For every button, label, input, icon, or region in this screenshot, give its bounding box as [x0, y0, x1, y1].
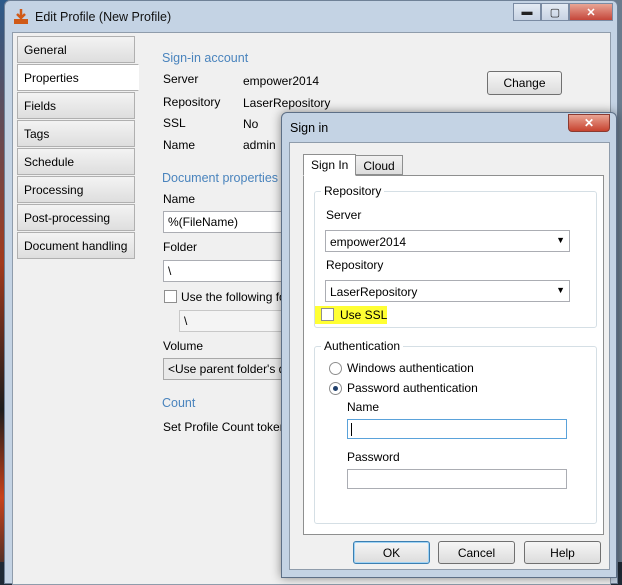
- windows-auth-label: Windows authentication: [347, 361, 474, 375]
- title-bar[interactable]: Edit Profile (New Profile) ▬ ▢ ✕: [5, 1, 617, 33]
- ssl-label: SSL: [163, 116, 186, 130]
- docprops-section-title: Document properties: [162, 171, 279, 185]
- chevron-down-icon: ▼: [556, 285, 565, 295]
- signin-section-title: Sign-in account: [162, 51, 249, 65]
- tab-processing[interactable]: Processing: [17, 176, 135, 203]
- cancel-button[interactable]: Cancel: [438, 541, 515, 564]
- server-label: Server: [163, 72, 199, 86]
- server-combobox[interactable]: empower2014 ▼: [325, 230, 570, 252]
- auth-name-label: Name: [347, 400, 380, 414]
- tab-document-handling[interactable]: Document handling: [17, 232, 135, 259]
- tab-properties[interactable]: Properties: [17, 64, 139, 91]
- set-profile-count-label: Set Profile Count toker: [163, 420, 284, 434]
- help-button[interactable]: Help: [524, 541, 601, 564]
- count-section-title: Count: [162, 396, 196, 410]
- tab-general[interactable]: General: [17, 36, 135, 63]
- dlg-repository-label: Repository: [326, 258, 384, 272]
- folder-label: Folder: [163, 240, 198, 254]
- repository-group-title: Repository: [321, 184, 385, 198]
- repository-combobox[interactable]: LaserRepository ▼: [325, 280, 570, 302]
- use-ssl-label: Use SSL: [340, 308, 388, 322]
- tab-cloud[interactable]: Cloud: [355, 155, 403, 175]
- chevron-down-icon: ▼: [556, 235, 565, 245]
- maximize-button[interactable]: ▢: [541, 3, 569, 21]
- window-title: Edit Profile (New Profile): [35, 10, 172, 24]
- ssl-value: No: [243, 117, 259, 131]
- use-following-folder-checkbox[interactable]: [164, 290, 177, 303]
- dialog-close-button[interactable]: ✕: [568, 114, 610, 132]
- password-auth-radio[interactable]: [329, 382, 342, 395]
- folder-field[interactable]: \: [163, 260, 293, 282]
- tab-tags[interactable]: Tags: [17, 120, 135, 147]
- change-button[interactable]: Change: [487, 71, 562, 95]
- windows-auth-radio[interactable]: [329, 362, 342, 375]
- name-value: admin: [243, 138, 276, 152]
- volume-label: Volume: [163, 339, 204, 353]
- server-combobox-value: empower2014: [330, 235, 407, 249]
- download-tray-icon: [14, 9, 28, 24]
- tab-fields[interactable]: Fields: [17, 92, 135, 119]
- ok-button[interactable]: OK: [353, 541, 430, 564]
- authentication-group: Authentication Windows authentication Pa…: [314, 339, 597, 524]
- auth-password-label: Password: [347, 450, 400, 464]
- doc-name-label: Name: [163, 192, 196, 206]
- sign-in-tab-panel: Repository Server empower2014 ▼ Reposito…: [303, 175, 604, 535]
- sub-folder-field[interactable]: \: [179, 310, 293, 332]
- repository-group: Repository Server empower2014 ▼ Reposito…: [314, 184, 597, 328]
- doc-name-field[interactable]: %(FileName): [163, 211, 293, 233]
- repository-combobox-value: LaserRepository: [330, 285, 418, 299]
- signin-dialog: Sign in ✕ Sign In Cloud Repository Serve…: [281, 112, 617, 578]
- text-cursor: [351, 423, 352, 436]
- dlg-server-label: Server: [326, 208, 362, 222]
- volume-select[interactable]: <Use parent folder's d: [163, 358, 293, 380]
- minimize-button[interactable]: ▬: [513, 3, 541, 21]
- repository-value: LaserRepository: [243, 96, 331, 110]
- password-auth-label: Password authentication: [347, 381, 478, 395]
- server-value: empower2014: [243, 74, 320, 88]
- tab-schedule[interactable]: Schedule: [17, 148, 135, 175]
- close-button[interactable]: ✕: [569, 3, 613, 21]
- dialog-title: Sign in: [290, 121, 329, 135]
- dialog-client: Sign In Cloud Repository Server empower2…: [289, 142, 610, 570]
- use-following-folder-label: Use the following fold: [181, 290, 296, 304]
- password-input[interactable]: [347, 469, 567, 489]
- tab-sign-in[interactable]: Sign In: [303, 154, 357, 176]
- authentication-group-title: Authentication: [321, 339, 404, 353]
- side-tab-list: General Properties Fields Tags Schedule …: [17, 36, 139, 260]
- repository-label: Repository: [163, 95, 221, 109]
- dialog-tabs: Sign In Cloud: [303, 154, 403, 177]
- use-ssl-checkbox[interactable]: [321, 308, 334, 321]
- name-input[interactable]: [347, 419, 567, 439]
- tab-post-processing[interactable]: Post-processing: [17, 204, 135, 231]
- name-label: Name: [163, 138, 196, 152]
